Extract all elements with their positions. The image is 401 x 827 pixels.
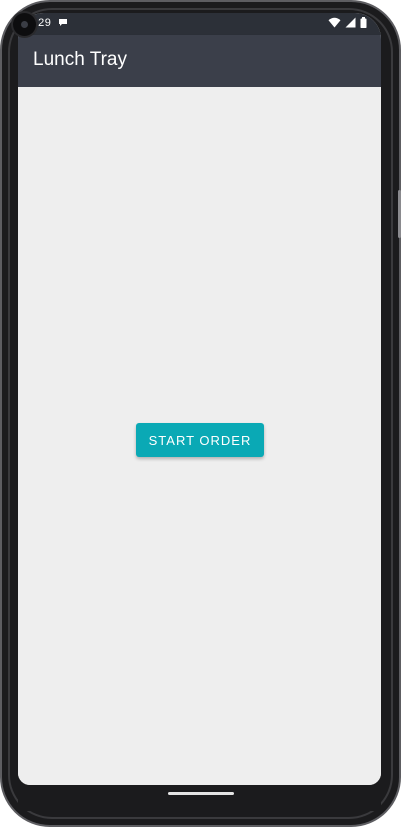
app-title: Lunch Tray [33,49,127,70]
home-indicator[interactable] [168,792,234,795]
start-order-screen: START ORDER [18,87,381,785]
status-icons [328,17,367,28]
start-order-button[interactable]: START ORDER [136,423,264,457]
wifi-icon [328,17,341,28]
message-icon [59,19,67,26]
signal-icon [345,17,356,28]
battery-icon [360,17,367,28]
app-screen: 7:29 Lunch Tray START ORDER [18,13,381,785]
app-bar: Lunch Tray [18,35,381,87]
status-bar: 7:29 [18,13,381,35]
front-camera [13,13,36,36]
navigation-bar [18,785,381,811]
